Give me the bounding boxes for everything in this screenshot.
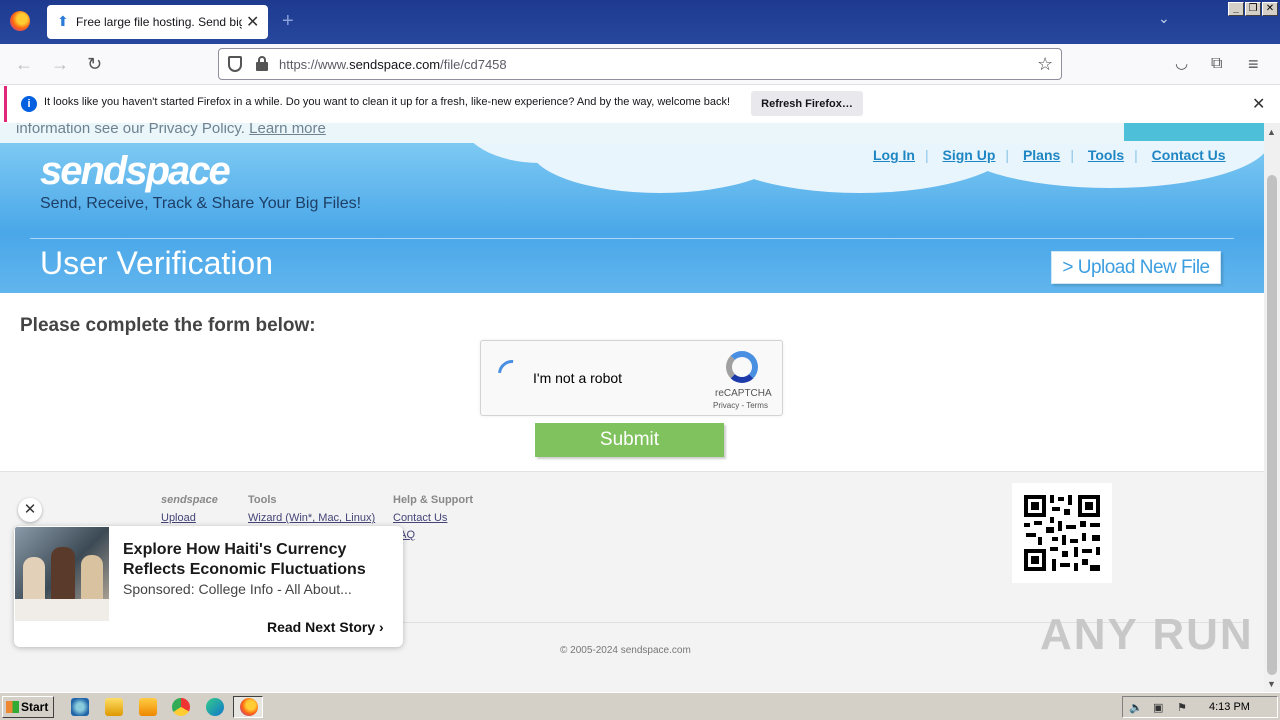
menu-hamburger-icon[interactable]: ≡ bbox=[1248, 54, 1259, 74]
bookmark-star-icon[interactable]: ☆ bbox=[1037, 54, 1053, 75]
form-heading: Please complete the form below: bbox=[20, 315, 316, 336]
back-arrow-icon[interactable]: ← bbox=[15, 54, 33, 74]
internet-explorer-icon[interactable] bbox=[71, 698, 89, 716]
qr-code bbox=[1012, 483, 1112, 583]
site-tagline: Send, Receive, Track & Share Your Big Fi… bbox=[40, 195, 362, 212]
recaptcha-checkbox-spinner-icon[interactable] bbox=[492, 354, 532, 394]
footer-heading: sendspace bbox=[161, 494, 218, 506]
clock[interactable]: 4:13 PM bbox=[1209, 701, 1250, 713]
start-button[interactable]: Start bbox=[2, 696, 54, 718]
file-explorer-icon[interactable] bbox=[105, 698, 123, 716]
chevron-down-icon[interactable]: ⌄ bbox=[1158, 10, 1170, 27]
learn-more-link[interactable]: Learn more bbox=[249, 123, 326, 137]
flag-icon[interactable]: ⚑ bbox=[1177, 701, 1191, 714]
page-scrollbar[interactable]: ▲ ▼ bbox=[1264, 123, 1280, 692]
restore-window-button[interactable]: ❐ bbox=[1245, 2, 1261, 16]
footer-link-faq[interactable]: FAQ bbox=[393, 527, 473, 544]
notification-bar: i It looks like you haven't started Fire… bbox=[4, 86, 1276, 122]
footer-col-sendspace: sendspace Upload bbox=[161, 494, 218, 527]
site-header: sendspace Send, Receive, Track & Share Y… bbox=[0, 143, 1264, 293]
close-notification-icon[interactable]: ✕ bbox=[1252, 94, 1265, 114]
firefox-logo-icon[interactable] bbox=[10, 11, 30, 31]
footer-col-tools: Tools Wizard (Win*, Mac, Linux) bbox=[248, 494, 375, 527]
url-text[interactable]: https://www.sendspace.com/file/cd7458 bbox=[279, 57, 507, 72]
edge-icon[interactable] bbox=[206, 698, 224, 716]
cookie-banner: information see our Privacy Policy. Lear… bbox=[0, 123, 1264, 143]
qr-code-image bbox=[1024, 495, 1100, 571]
top-navigation: Log In | Sign Up | Plans | Tools | Contact U… bbox=[873, 147, 1226, 163]
tab-close-icon[interactable]: ✕ bbox=[246, 12, 259, 32]
nav-tools[interactable]: Tools bbox=[1088, 147, 1124, 163]
scroll-down-icon[interactable]: ▼ bbox=[1267, 679, 1276, 689]
header-divider bbox=[30, 238, 1234, 239]
extensions-icon[interactable]: ⧉ bbox=[1211, 54, 1222, 74]
reload-icon[interactable]: ↻ bbox=[87, 54, 102, 74]
lock-icon[interactable] bbox=[256, 56, 268, 71]
tab-title: Free large file hosting. Send big fil bbox=[76, 15, 242, 29]
footer-link-upload[interactable]: Upload bbox=[161, 510, 218, 527]
nav-contact-us[interactable]: Contact Us bbox=[1152, 147, 1226, 163]
forward-arrow-icon[interactable]: → bbox=[51, 54, 69, 74]
url-bar[interactable]: https://www.sendspace.com/file/cd7458 ☆ bbox=[218, 48, 1062, 80]
sendspace-logo[interactable]: sendspace bbox=[40, 149, 231, 194]
recaptcha-label: I'm not a robot bbox=[533, 370, 623, 386]
pocket-icon[interactable]: ◡ bbox=[1175, 54, 1188, 74]
ad-photo[interactable] bbox=[15, 527, 109, 621]
refresh-firefox-button[interactable]: Refresh Firefox… bbox=[751, 91, 863, 116]
taskbar-firefox-button[interactable] bbox=[233, 696, 263, 718]
recaptcha-widget: I'm not a robot reCAPTCHA Privacy - Term… bbox=[480, 340, 783, 416]
windows-logo-icon bbox=[6, 701, 19, 713]
ad-sponsor: Sponsored: College Info - All About... bbox=[123, 581, 352, 597]
volume-icon[interactable]: 🔈 bbox=[1129, 701, 1143, 714]
ad-headline[interactable]: Explore How Haiti's Currency Reflects Ec… bbox=[123, 540, 393, 580]
upload-arrow-icon: ⬆ bbox=[57, 13, 69, 29]
browser-tab-bar: ⬆ Free large file hosting. Send big fil … bbox=[0, 0, 1280, 44]
copyright-text: © 2005-2024 sendspace.com bbox=[560, 645, 691, 656]
windows-taskbar: Start 🔈 ▣ ⚑ 4:13 PM bbox=[0, 692, 1280, 720]
network-icon[interactable]: ▣ bbox=[1153, 701, 1167, 714]
media-player-icon[interactable] bbox=[139, 698, 157, 716]
scroll-up-icon[interactable]: ▲ bbox=[1267, 127, 1276, 137]
footer-heading: Help & Support bbox=[393, 494, 474, 506]
chrome-icon[interactable] bbox=[172, 698, 190, 716]
minimize-window-button[interactable]: _ bbox=[1228, 2, 1244, 16]
notification-message: It looks like you haven't started Firefo… bbox=[44, 96, 731, 108]
firefox-icon bbox=[240, 698, 258, 716]
close-window-button[interactable]: ✕ bbox=[1262, 2, 1278, 16]
new-tab-icon[interactable]: + bbox=[282, 10, 294, 33]
shield-icon[interactable] bbox=[228, 56, 242, 72]
nav-sign-up[interactable]: Sign Up bbox=[943, 147, 996, 163]
upload-new-file-button[interactable]: > Upload New File bbox=[1051, 251, 1221, 284]
read-next-story-link[interactable]: Read Next Story › bbox=[267, 619, 384, 635]
scrollbar-thumb[interactable] bbox=[1267, 175, 1277, 675]
nav-plans[interactable]: Plans bbox=[1023, 147, 1060, 163]
anyrun-watermark: ANY RUN bbox=[1040, 610, 1254, 659]
page-title: User Verification bbox=[40, 245, 273, 281]
submit-button[interactable]: Submit bbox=[535, 423, 724, 457]
system-tray: 🔈 ▣ ⚑ 4:13 PM bbox=[1122, 696, 1278, 718]
chevron-right-icon: › bbox=[379, 619, 384, 635]
info-icon: i bbox=[21, 96, 37, 112]
footer-link-contact-us[interactable]: Contact Us bbox=[393, 510, 473, 527]
tab-sendspace[interactable]: ⬆ Free large file hosting. Send big fil … bbox=[47, 5, 268, 39]
footer-col-help: Help & Support Contact Us FAQ bbox=[393, 494, 473, 544]
sponsored-ad-card[interactable]: Explore How Haiti's Currency Reflects Ec… bbox=[14, 526, 403, 647]
cookie-text: information see our Privacy Policy. bbox=[16, 123, 245, 137]
recaptcha-brand: reCAPTCHA bbox=[715, 388, 772, 399]
ad-close-icon[interactable]: ✕ bbox=[18, 498, 42, 522]
footer-heading: Tools bbox=[248, 494, 277, 506]
cookie-accept-button[interactable] bbox=[1124, 123, 1264, 141]
navigation-toolbar: ← → ↻ https://www.sendspace.com/file/cd7… bbox=[0, 44, 1280, 85]
footer-link-wizard[interactable]: Wizard (Win*, Mac, Linux) bbox=[248, 510, 375, 527]
recaptcha-privacy-terms-link[interactable]: Privacy - Terms bbox=[713, 401, 768, 410]
nav-log-in[interactable]: Log In bbox=[873, 147, 915, 163]
recaptcha-logo-icon bbox=[726, 351, 758, 383]
